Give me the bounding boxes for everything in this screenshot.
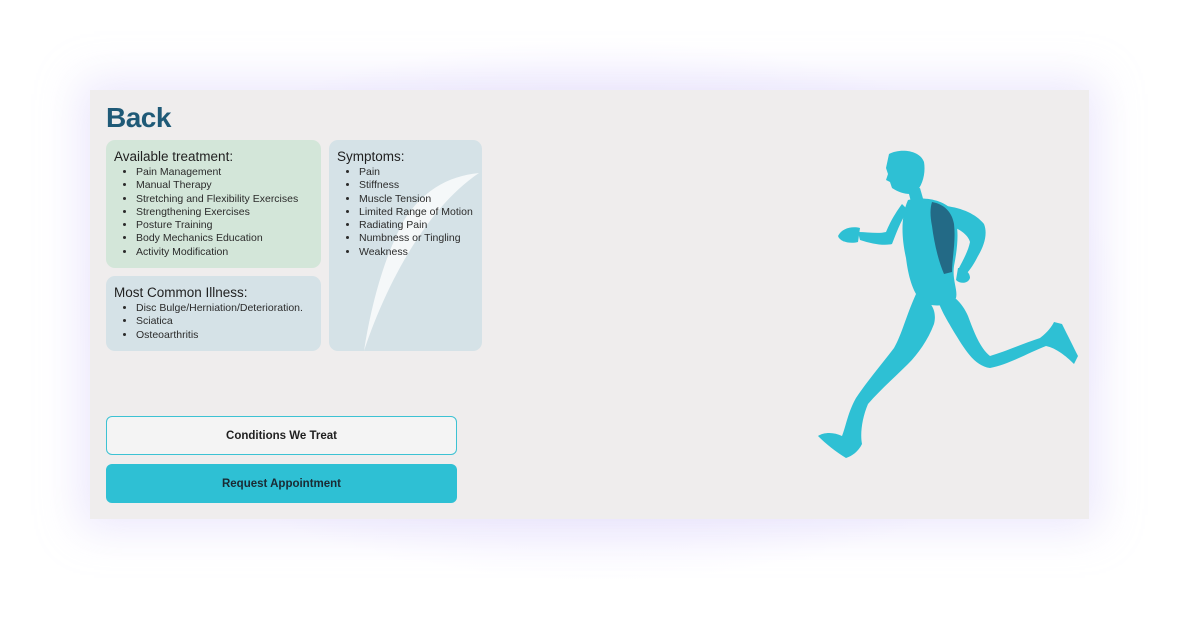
- symptom-item: Radiating Pain: [359, 219, 474, 232]
- request-appointment-button[interactable]: Request Appointment: [106, 464, 457, 503]
- illness-panel: Most Common Illness: Disc Bulge/Herniati…: [106, 276, 321, 351]
- running-man-back-highlight-icon: [818, 150, 1078, 458]
- illness-item: Osteoarthritis: [136, 329, 313, 342]
- symptom-item: Pain: [359, 166, 474, 179]
- symptoms-list: Pain Stiffness Muscle Tension Limited Ra…: [337, 166, 474, 259]
- page-title: Back: [106, 102, 171, 133]
- conditions-we-treat-button[interactable]: Conditions We Treat: [106, 416, 457, 455]
- treatment-panel: Available treatment: Pain Management Man…: [106, 140, 321, 268]
- symptom-item: Numbness or Tingling: [359, 232, 474, 245]
- illness-list: Disc Bulge/Herniation/Deterioration. Sci…: [114, 302, 313, 342]
- treatment-item: Posture Training: [136, 219, 313, 232]
- symptom-item: Muscle Tension: [359, 193, 474, 206]
- treatment-item: Strengthening Exercises: [136, 206, 313, 219]
- illness-item: Sciatica: [136, 315, 313, 328]
- condition-card: Back Available treatment: Pain Managemen…: [90, 90, 1089, 519]
- symptom-item: Stiffness: [359, 179, 474, 192]
- symptoms-heading: Symptoms:: [337, 149, 405, 164]
- treatment-item: Pain Management: [136, 166, 313, 179]
- symptoms-panel: Symptoms: Pain Stiffness Muscle Tension …: [329, 140, 482, 351]
- treatment-item: Stretching and Flexibility Exercises: [136, 193, 313, 206]
- symptom-item: Weakness: [359, 246, 474, 259]
- treatment-item: Manual Therapy: [136, 179, 313, 192]
- treatment-item: Activity Modification: [136, 246, 313, 259]
- illness-heading: Most Common Illness:: [114, 285, 248, 300]
- treatment-list: Pain Management Manual Therapy Stretchin…: [114, 166, 313, 259]
- symptom-item: Limited Range of Motion: [359, 206, 474, 219]
- illness-item: Disc Bulge/Herniation/Deterioration.: [136, 302, 313, 315]
- treatment-item: Body Mechanics Education: [136, 232, 313, 245]
- treatment-heading: Available treatment:: [114, 149, 234, 164]
